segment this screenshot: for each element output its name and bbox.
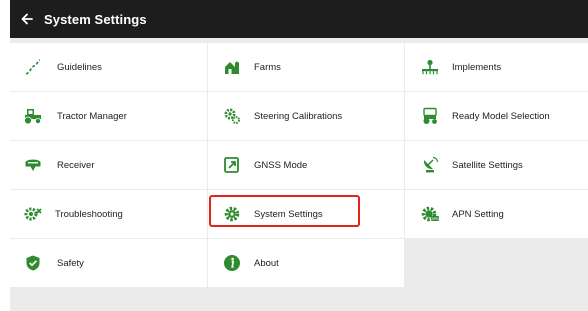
menu-item-steering-calibrations[interactable]: Steering Calibrations — [208, 92, 404, 140]
implements-icon — [420, 57, 440, 77]
menu-item-label: Satellite Settings — [452, 159, 523, 171]
svg-text:APN: APN — [431, 217, 439, 221]
arrow-left-icon — [21, 13, 33, 25]
system-settings-screen: System Settings Guidelines Farms Impleme… — [10, 0, 588, 311]
top-bar: System Settings — [10, 0, 588, 38]
menu-item-guidelines[interactable]: Guidelines — [10, 43, 207, 91]
menu-item-label: Receiver — [57, 159, 95, 171]
menu-item-label: APN Setting — [452, 208, 504, 220]
menu-item-ready-model-selection[interactable]: Ready Model Selection — [405, 92, 588, 140]
menu-item-implements[interactable]: Implements — [405, 43, 588, 91]
menu-item-apn-setting[interactable]: APN APN Setting — [405, 190, 588, 238]
back-button[interactable] — [10, 0, 44, 38]
ready-model-icon — [420, 106, 440, 126]
guidelines-icon — [23, 57, 43, 77]
apn-gear-icon: APN — [420, 204, 440, 224]
menu-item-troubleshooting[interactable]: Troubleshooting — [10, 190, 207, 238]
menu-item-label: GNSS Mode — [254, 159, 308, 171]
troubleshooting-gear-icon — [23, 204, 43, 224]
menu-item-label: System Settings — [254, 208, 323, 220]
menu-item-label: Tractor Manager — [57, 110, 127, 122]
satellite-dish-icon — [420, 155, 440, 175]
menu-item-label: Guidelines — [57, 61, 102, 73]
farms-icon — [222, 57, 242, 77]
menu-item-label: Steering Calibrations — [254, 110, 343, 122]
safety-shield-icon — [23, 253, 43, 273]
menu-item-gnss-mode[interactable]: GNSS Mode — [208, 141, 404, 189]
info-icon — [222, 253, 242, 273]
menu-item-label: About — [254, 257, 279, 269]
menu-item-about[interactable]: About — [208, 239, 404, 287]
menu-item-label: Ready Model Selection — [452, 110, 550, 122]
menu-item-satellite-settings[interactable]: Satellite Settings — [405, 141, 588, 189]
system-gear-icon — [222, 204, 242, 224]
menu-item-receiver[interactable]: Receiver — [10, 141, 207, 189]
menu-item-farms[interactable]: Farms — [208, 43, 404, 91]
menu-item-safety[interactable]: Safety — [10, 239, 207, 287]
menu-item-label: Implements — [452, 61, 502, 73]
gnss-mode-icon — [222, 155, 242, 175]
page-title: System Settings — [44, 11, 147, 27]
steering-gears-icon — [222, 106, 242, 126]
receiver-icon — [23, 155, 43, 175]
menu-item-label: Farms — [254, 61, 281, 73]
menu-item-tractor-manager[interactable]: Tractor Manager — [10, 92, 207, 140]
tractor-icon — [23, 106, 43, 126]
menu-item-system-settings[interactable]: System Settings — [208, 190, 404, 238]
menu-item-label: Safety — [57, 257, 84, 269]
menu-item-label: Troubleshooting — [55, 208, 123, 220]
